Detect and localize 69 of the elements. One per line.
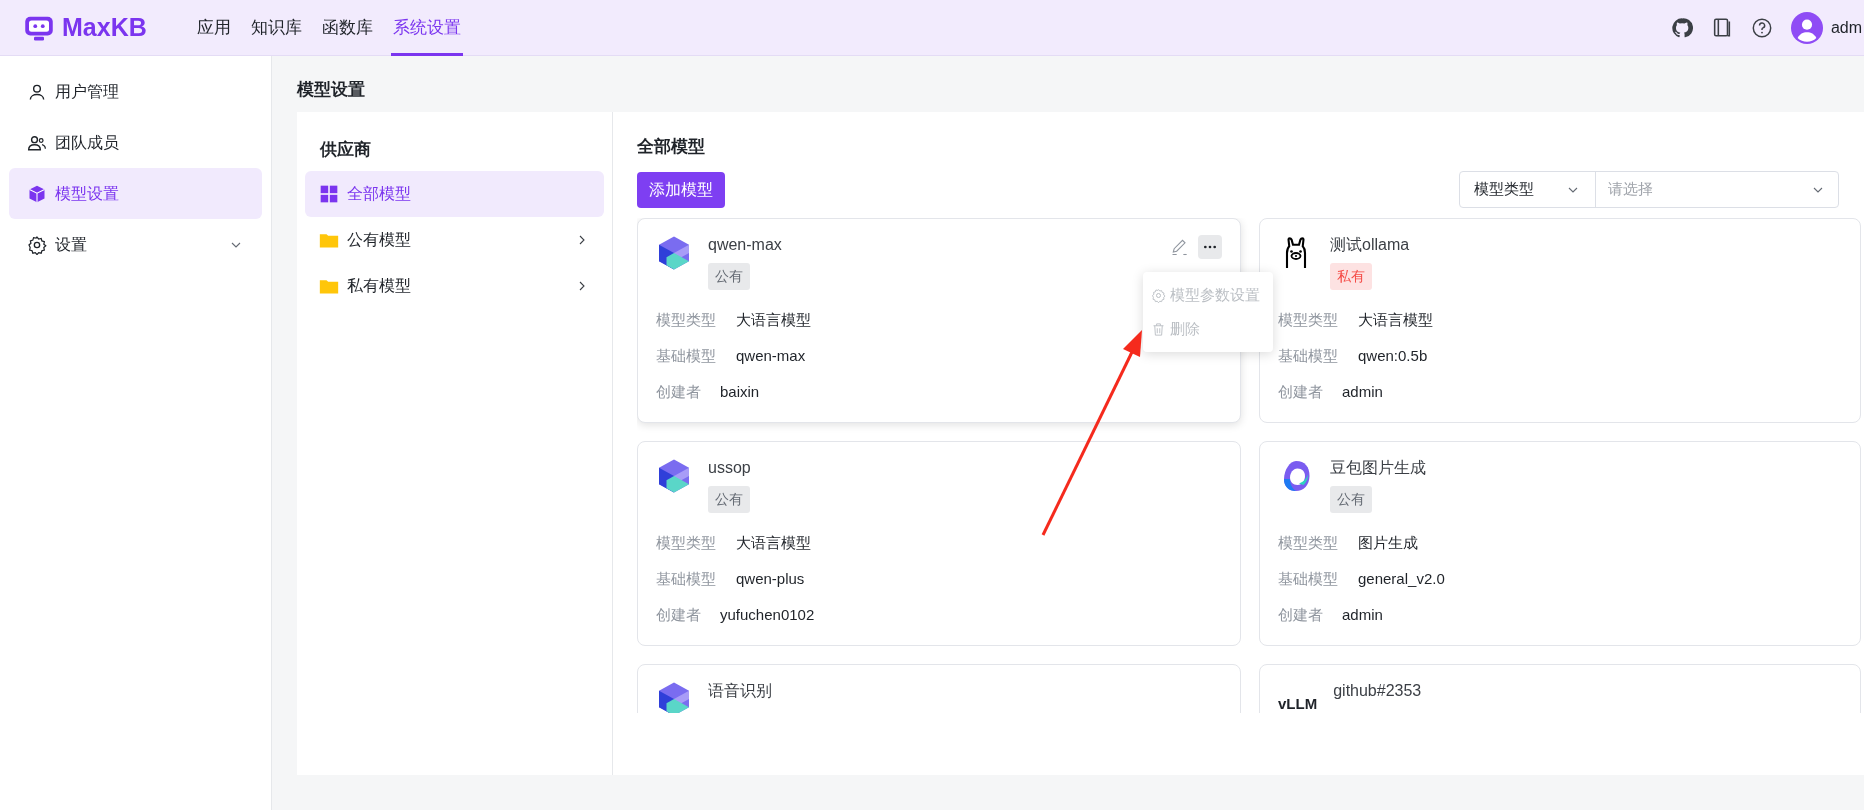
model-name: github#2353 (1333, 681, 1422, 701)
field-label: 模型类型 (1278, 532, 1339, 553)
field-label: 基础模型 (1278, 568, 1339, 589)
model-card[interactable]: 语音识别 (637, 664, 1241, 713)
nav-tab[interactable]: 应用 (194, 0, 233, 56)
section-title: 全部模型 (637, 136, 706, 158)
field-value: admin (1342, 381, 1383, 402)
provider-item[interactable]: 公有模型 (305, 217, 604, 263)
model-card[interactable]: vLLM github#2353 (1259, 664, 1861, 713)
grid-icon (319, 184, 339, 204)
field-value: 大语言模型 (736, 532, 811, 553)
more-button[interactable] (1198, 235, 1222, 259)
model-card[interactable]: 豆包图片生成 公有 模型类型 图片生成 基础模型 general_v2.0 创建者 admin (1259, 441, 1861, 646)
field-label: 创建者 (656, 604, 702, 625)
edit-icon[interactable] (1170, 237, 1190, 257)
field-label: 基础模型 (656, 568, 717, 589)
field-value: baixin (720, 381, 760, 402)
github-icon[interactable] (1670, 16, 1693, 39)
model-tag: 私有 (1330, 263, 1372, 290)
field-label: 创建者 (656, 381, 702, 402)
field-label: 创建者 (1278, 604, 1324, 625)
nav-tab[interactable]: 函数库 (319, 0, 375, 56)
field-label: 模型类型 (1278, 309, 1339, 330)
field-label: 模型类型 (656, 532, 717, 553)
model-tag: 公有 (708, 263, 750, 290)
model-card[interactable]: ussop 公有 模型类型 大语言模型 基础模型 qwen-plus 创建者 yufuchen0102 (637, 441, 1241, 646)
user-name: adm (1830, 17, 1862, 38)
model-logo-icon (656, 235, 692, 271)
trash-icon (1151, 321, 1166, 337)
help-icon[interactable] (1750, 16, 1773, 39)
vllm-logo: vLLM (1278, 694, 1318, 713)
add-model-button[interactable]: 添加模型 (637, 171, 725, 208)
sidebar-item[interactable]: 用户管理 (9, 66, 262, 117)
sidebar-item[interactable]: 团队成员 (9, 117, 262, 168)
model-logo-icon (656, 681, 692, 713)
model-card[interactable]: 测试ollama 私有 模型类型 大语言模型 基础模型 qwen:0.5b 创建者 admin (1259, 218, 1861, 423)
model-name: 测试ollama (1330, 235, 1410, 255)
field-label: 基础模型 (1278, 345, 1339, 366)
field-label: 创建者 (1278, 381, 1324, 402)
model-logo-icon (656, 458, 692, 494)
model-tag: 公有 (708, 486, 750, 513)
cube-icon (27, 183, 47, 204)
field-value: qwen-max (736, 345, 806, 366)
section-title: 供应商 (319, 139, 372, 162)
field-value: yufuchen0102 (720, 604, 815, 625)
page-title: 模型设置 (297, 79, 366, 102)
avatar-icon[interactable] (1790, 11, 1823, 44)
model-name: 语音识别 (708, 681, 772, 701)
provider-item[interactable]: 私有模型 (305, 263, 604, 309)
settings-icon (1151, 287, 1166, 303)
field-value: admin (1342, 604, 1383, 625)
provider-item[interactable]: 全部模型 (305, 171, 604, 217)
logo-text: MaxKB (62, 11, 147, 43)
settings-icon (27, 234, 47, 255)
nav-tab[interactable]: 知识库 (248, 0, 304, 56)
model-tag: 公有 (1330, 486, 1372, 513)
model-name: 豆包图片生成 (1330, 458, 1426, 478)
sidebar-item[interactable]: 设置 (9, 219, 262, 270)
field-label: 模型类型 (656, 309, 717, 330)
field-value: 大语言模型 (736, 309, 811, 330)
sidebar-item[interactable]: 模型设置 (9, 168, 262, 219)
model-name: ussop (708, 458, 751, 478)
field-value: general_v2.0 (1358, 568, 1445, 589)
field-value: qwen-plus (736, 568, 805, 589)
field-label: 基础模型 (656, 345, 717, 366)
field-value: qwen:0.5b (1358, 345, 1428, 366)
field-value: 图片生成 (1358, 532, 1418, 553)
field-value: 大语言模型 (1358, 309, 1433, 330)
model-name: qwen-max (708, 235, 782, 255)
